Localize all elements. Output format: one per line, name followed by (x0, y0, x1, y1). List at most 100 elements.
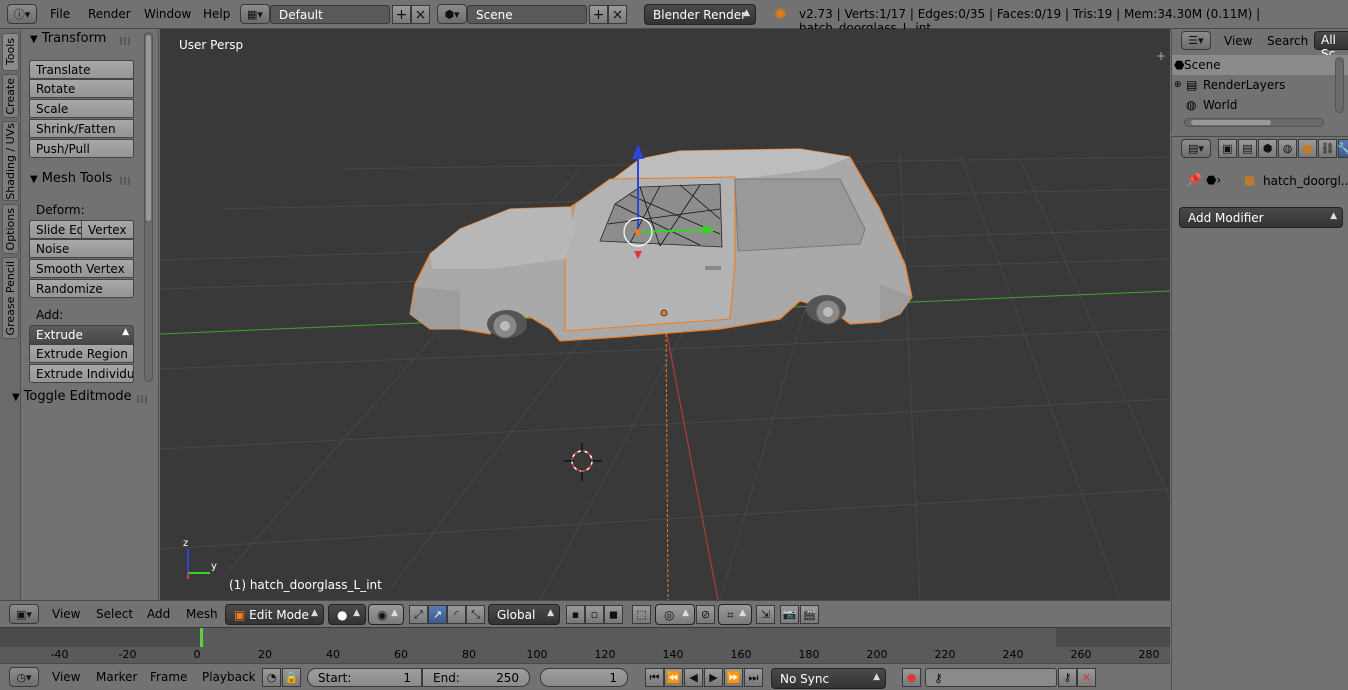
snap-element-dropdown[interactable]: ⌗ ▲ (718, 604, 752, 625)
noise-button[interactable]: Noise (29, 239, 134, 258)
push-pull-button[interactable]: Push/Pull (29, 139, 134, 158)
lock-time-cursor-button[interactable]: 🔒 (282, 668, 301, 687)
constraints-tab-button[interactable]: ⛓ (1318, 139, 1337, 158)
world-tab-button[interactable]: ◍ (1278, 139, 1297, 158)
outliner-editor-type-button[interactable]: ☰▾ (1181, 31, 1211, 50)
mode-dropdown[interactable]: ▣ Edit Mode ▲ (225, 604, 324, 625)
3d-viewport[interactable]: User Persp (1) hatch_doorglass_L_int z y… (160, 29, 1170, 600)
scale-manipulator-button[interactable]: ⤡ (466, 605, 485, 624)
menu-view[interactable]: View (52, 670, 80, 684)
sync-mode-dropdown[interactable]: No Sync ▲ (771, 668, 886, 689)
timeline-area[interactable]: -40 -20 0 20 40 60 80 100 120 140 160 180 200 220 240 2… (0, 627, 1170, 663)
tab-create[interactable]: Create (2, 74, 19, 118)
outliner-hscrollbar[interactable] (1184, 118, 1324, 127)
screen-layout-field[interactable]: Default (270, 5, 390, 24)
panel-grip-icon[interactable] (137, 395, 149, 403)
3d-cursor[interactable] (564, 443, 602, 481)
modifiers-tab-button[interactable]: 🔧 (1337, 139, 1348, 158)
outliner-item-scene[interactable]: ⬣ Scene (1172, 55, 1348, 75)
plus-icon[interactable]: + (1156, 49, 1166, 63)
menu-render[interactable]: Render (88, 7, 131, 21)
face-select-button[interactable]: ◼ (604, 605, 623, 624)
tab-grease-pencil[interactable]: Grease Pencil (2, 257, 19, 339)
remove-screen-button[interactable]: × (411, 5, 430, 24)
shelf-scrollbar-thumb[interactable] (146, 35, 151, 221)
proportional-edit-dropdown[interactable]: ◎ ▲ (655, 604, 695, 625)
panel-grip-icon[interactable] (120, 177, 132, 185)
edge-select-button[interactable]: ▫ (585, 605, 604, 624)
jump-to-start-button[interactable]: ⏮ (645, 668, 664, 687)
delete-keyframe-button[interactable]: ✕ (1077, 668, 1096, 687)
extrude-region-button[interactable]: Extrude Region (29, 344, 134, 363)
menu-select[interactable]: Select (96, 607, 133, 621)
object-tab-button[interactable]: ■ (1298, 139, 1317, 158)
menu-playback[interactable]: Playback (202, 670, 256, 684)
transform-orientation-dropdown[interactable]: Global ▲ (488, 604, 560, 625)
jump-to-end-button[interactable]: ⏭ (744, 668, 763, 687)
menu-file[interactable]: File (50, 7, 70, 21)
remove-scene-button[interactable]: × (608, 5, 627, 24)
mesh-tools-panel-header[interactable]: ▼ Mesh Tools (30, 171, 112, 186)
properties-editor-type-button[interactable]: ▤▾ (1181, 139, 1211, 158)
add-modifier-dropdown[interactable]: Add Modifier ▲ (1179, 207, 1343, 228)
rotate-button[interactable]: Rotate (29, 79, 134, 98)
slide-vertex-button[interactable]: Vertex (81, 220, 134, 239)
scene-icon-button[interactable]: ⬢▾ (437, 4, 467, 24)
extrude-dropdown[interactable]: Extrude ▲ (29, 325, 134, 344)
shelf-scrollbar[interactable] (144, 32, 153, 382)
outliner-vscrollbar[interactable] (1335, 57, 1344, 113)
scene-tab-button[interactable]: ⬢ (1258, 139, 1277, 158)
add-scene-button[interactable]: + (589, 5, 608, 24)
randomize-button[interactable]: Randomize (29, 279, 134, 298)
jump-to-keyframe-back-button[interactable]: ⏪ (664, 668, 683, 687)
snap-target-button[interactable]: ⇲ (756, 605, 775, 624)
menu-help[interactable]: Help (203, 7, 230, 21)
outliner-filter-dropdown[interactable]: All Sc (1314, 31, 1348, 61)
preview-range-button[interactable]: ◔ (262, 668, 281, 687)
scale-button[interactable]: Scale (29, 99, 134, 118)
menu-frame[interactable]: Frame (150, 670, 187, 684)
render-image-button[interactable]: 📷 (780, 605, 799, 624)
current-frame-indicator[interactable] (200, 628, 203, 647)
extrude-individual-button[interactable]: Extrude Individual (29, 364, 134, 383)
3d-editor-type-button[interactable]: ▣▾ (9, 604, 39, 624)
jump-to-keyframe-forward-button[interactable]: ⏩ (724, 668, 743, 687)
menu-marker[interactable]: Marker (96, 670, 137, 684)
manipulator-toggle-button[interactable]: ⤢ (409, 605, 428, 624)
play-reverse-button[interactable]: ◀ (684, 668, 703, 687)
pin-icon[interactable]: 📌 (1186, 173, 1202, 188)
screen-layout-icon-button[interactable]: ▦▾ (240, 4, 270, 24)
scene-field[interactable]: Scene (467, 5, 587, 24)
outliner-item-renderlayers[interactable]: ⊕ ▤ RenderLayers (1172, 75, 1348, 95)
tab-options[interactable]: Options (2, 204, 19, 254)
menu-search[interactable]: Search (1267, 34, 1308, 48)
rotate-manipulator-button[interactable]: ◜ (447, 605, 466, 624)
viewport-shading-dropdown[interactable]: ● ▲ (328, 604, 366, 625)
menu-window[interactable]: Window (144, 7, 191, 21)
tab-tools[interactable]: Tools (2, 33, 19, 71)
info-editor-type-button[interactable]: ⓘ▾ (7, 4, 37, 24)
smooth-vertex-button[interactable]: Smooth Vertex (29, 259, 134, 278)
auto-keying-button[interactable]: ● (902, 668, 921, 687)
snap-toggle-button[interactable]: ⊘ (696, 605, 715, 624)
menu-view[interactable]: View (52, 607, 80, 621)
add-screen-button[interactable]: + (392, 5, 411, 24)
render-tab-button[interactable]: ▣ (1218, 139, 1237, 158)
keying-set-field[interactable]: ⚷ (925, 668, 1057, 687)
render-animation-button[interactable]: 🎬 (800, 605, 819, 624)
end-frame-field[interactable]: End: 250 (422, 668, 530, 687)
menu-add[interactable]: Add (147, 607, 170, 621)
render-layers-tab-button[interactable]: ▤ (1238, 139, 1257, 158)
menu-view[interactable]: View (1224, 34, 1252, 48)
timeline-editor-type-button[interactable]: ◷▾ (9, 667, 39, 687)
tab-shading-uvs[interactable]: Shading / UVs (2, 121, 19, 201)
panel-grip-icon[interactable] (120, 37, 132, 45)
play-button[interactable]: ▶ (704, 668, 723, 687)
current-frame-field[interactable]: 1 (540, 668, 628, 687)
start-frame-field[interactable]: Start: 1 (307, 668, 422, 687)
menu-mesh[interactable]: Mesh (186, 607, 218, 621)
insert-keyframe-button[interactable]: ⚷ (1058, 668, 1077, 687)
outliner-item-world[interactable]: ◍ World (1172, 95, 1348, 115)
translate-manipulator-button[interactable]: ↗ (428, 605, 447, 624)
limit-selection-button[interactable]: ⬚ (632, 605, 651, 624)
